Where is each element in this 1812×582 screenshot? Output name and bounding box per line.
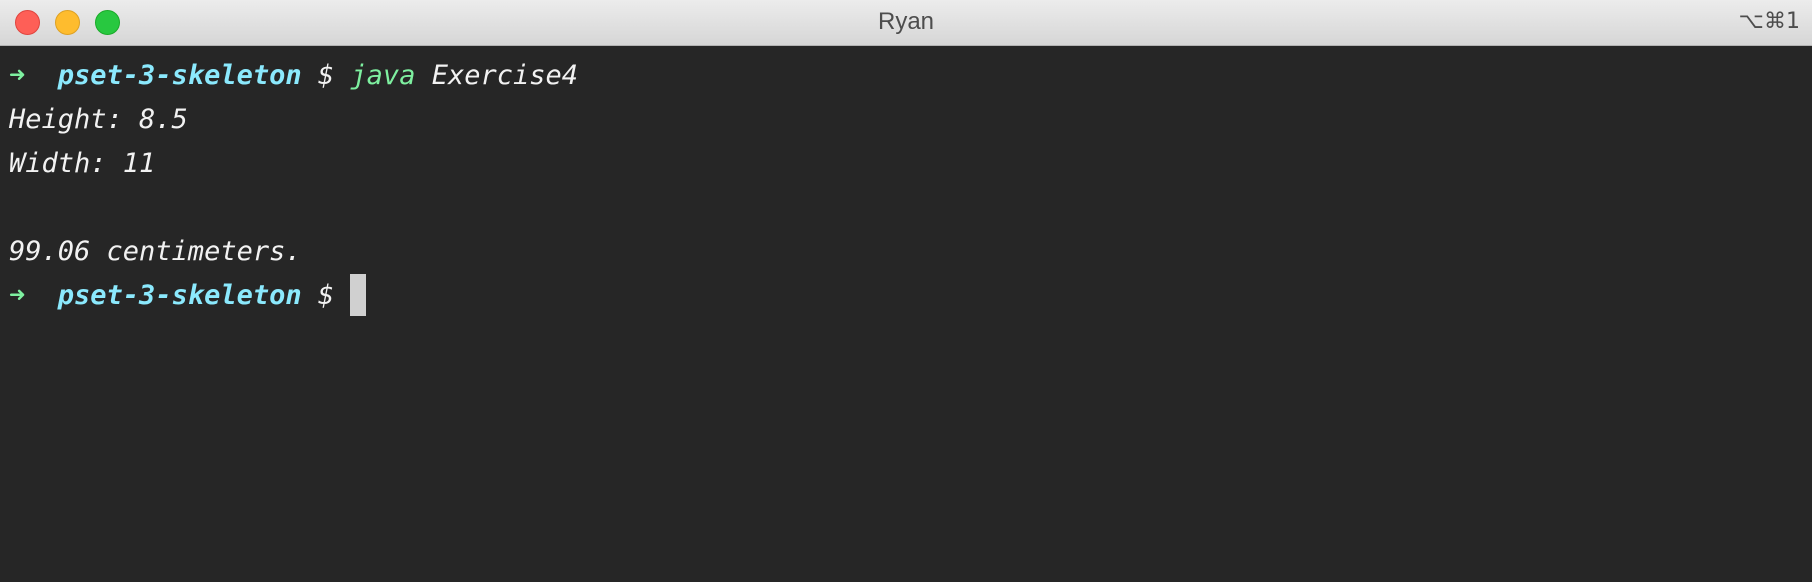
output-width-line: Width: 11 — [9, 148, 156, 179]
prompt-symbol: $ — [317, 280, 335, 311]
prompt-arrow-icon: ➜ — [9, 60, 26, 91]
prompt-directory: pset-3-skeleton — [57, 280, 302, 311]
window-shortcut-label: ⌥⌘1 — [1738, 9, 1800, 34]
text-cursor — [350, 273, 367, 316]
prompt-symbol: $ — [317, 60, 335, 91]
command-program: java — [350, 60, 416, 91]
output-height-line: Height: 8.5 — [9, 104, 188, 135]
prompt-arrow-icon: ➜ — [9, 280, 26, 311]
active-prompt-line[interactable]: ➜ pset-3-skeleton $ — [9, 273, 1812, 318]
terminal-window: Ryan ⌥⌘1 ➜ pset-3-skeleton $ java Exerci… — [0, 0, 1812, 582]
output-result-line: 99.06 centimeters. — [9, 236, 302, 267]
command-argument: Exercise4 — [431, 60, 579, 91]
command-line: ➜ pset-3-skeleton $ java Exercise4 — [9, 54, 1812, 98]
window-title: Ryan — [877, 8, 935, 35]
terminal-content[interactable]: ➜ pset-3-skeleton $ java Exercise4 Heigh… — [0, 46, 1812, 582]
output-blank-line — [9, 186, 1812, 230]
prompt-directory: pset-3-skeleton — [57, 60, 302, 91]
title-bar: Ryan ⌥⌘1 — [0, 0, 1812, 46]
